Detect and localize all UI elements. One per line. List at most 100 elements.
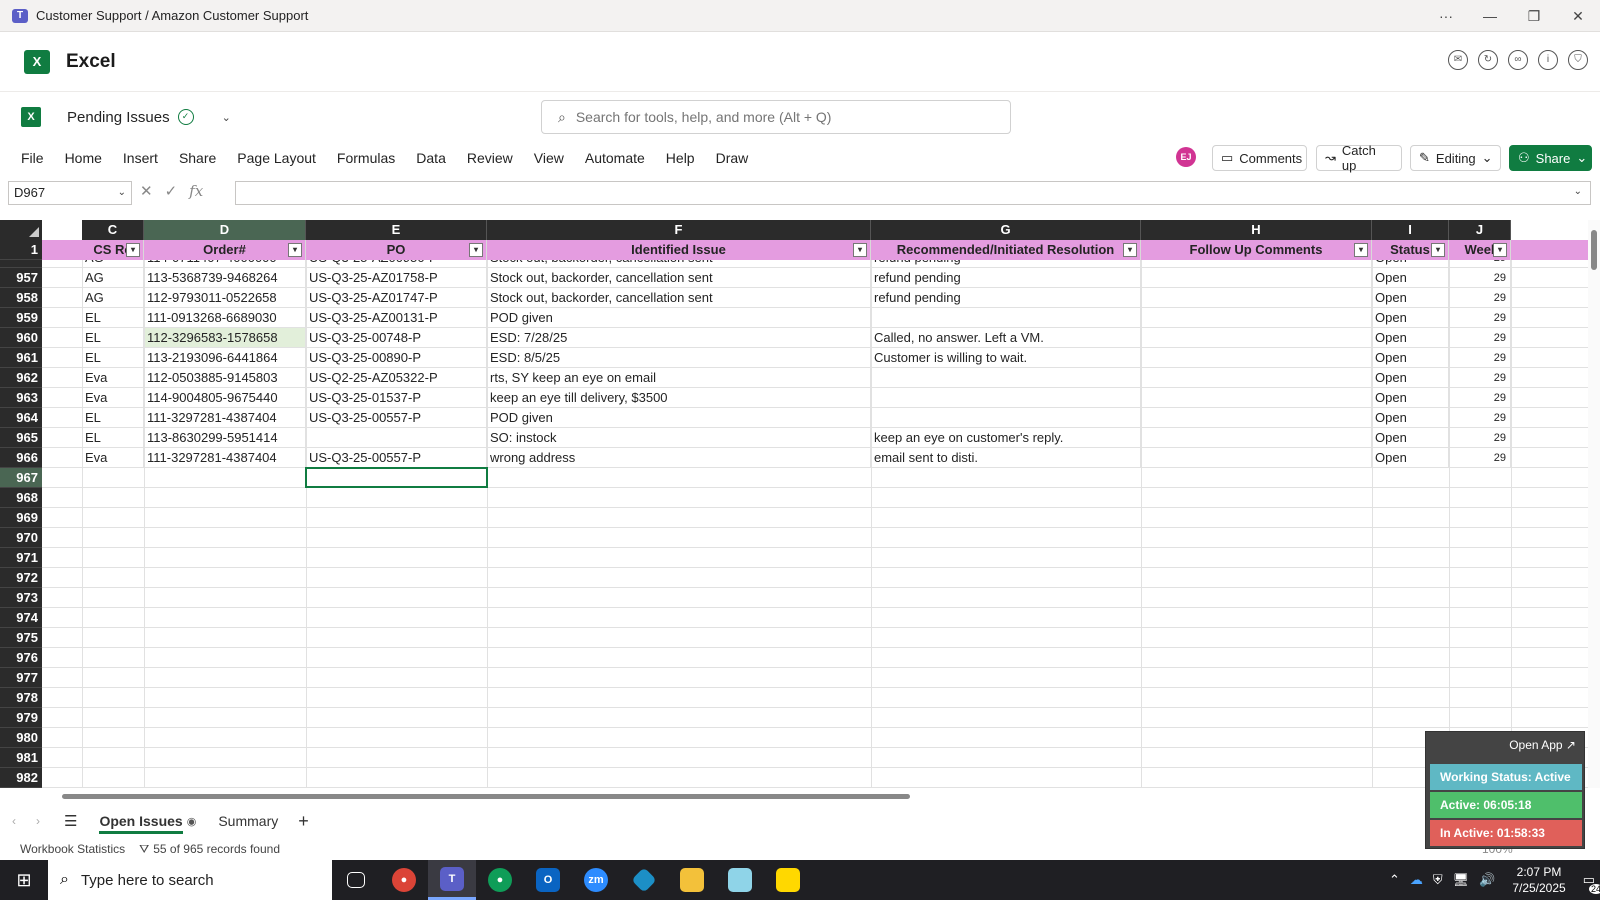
vertical-scroll-thumb[interactable] — [1591, 230, 1597, 270]
row-header[interactable]: 964 — [0, 408, 42, 428]
filter-dropdown-icon[interactable]: ▾ — [853, 243, 867, 257]
tab-review[interactable]: Review — [467, 150, 513, 166]
table-cell[interactable]: ESD: 7/28/25 — [487, 328, 871, 348]
chat-icon[interactable]: ✉ — [1448, 50, 1468, 70]
column-header-j[interactable]: J — [1449, 220, 1511, 240]
sticky-notes-icon[interactable] — [764, 860, 812, 900]
avatar[interactable]: EJ — [1176, 147, 1196, 167]
chevron-down-icon[interactable]: ⌄ — [118, 182, 126, 204]
security-icon[interactable]: ⛨ — [1433, 872, 1443, 888]
table-cell[interactable]: SO: instock — [487, 428, 871, 448]
row-header[interactable]: 963 — [0, 388, 42, 408]
onedrive-icon[interactable]: ☁ — [1410, 872, 1423, 888]
table-cell[interactable] — [1141, 348, 1372, 368]
row-header[interactable]: 979 — [0, 708, 42, 728]
table-cell[interactable]: Eva — [82, 448, 144, 468]
windows-start-icon[interactable]: ⊞ — [0, 870, 48, 891]
table-cell[interactable]: keep an eye on customer's reply. — [871, 428, 1141, 448]
table-cell[interactable] — [1141, 328, 1372, 348]
table-cell[interactable]: US-Q3-25-00748-P — [306, 328, 487, 348]
open-app-link[interactable]: Open App ↗ — [1509, 738, 1576, 752]
table-cell[interactable]: rts, SY keep an eye on email — [487, 368, 871, 388]
table-cell[interactable] — [1141, 288, 1372, 308]
taskbar-search[interactable]: ⌕ Type here to search — [48, 860, 332, 900]
table-cell[interactable] — [1141, 388, 1372, 408]
table-cell[interactable]: Open — [1372, 428, 1449, 448]
row-header[interactable]: 972 — [0, 568, 42, 588]
search-input[interactable] — [575, 109, 976, 125]
table-cell[interactable]: Customer is willing to wait. — [871, 348, 1141, 368]
tab-formulas[interactable]: Formulas — [337, 150, 395, 166]
table-cell[interactable]: 113-8630299-5951414 — [144, 428, 306, 448]
next-sheet-icon[interactable]: › — [36, 814, 40, 828]
tab-view[interactable]: View — [534, 150, 564, 166]
table-cell[interactable]: Eva — [82, 388, 144, 408]
all-sheets-menu-icon[interactable]: ☰ — [64, 812, 77, 830]
table-cell[interactable]: 29 — [1449, 288, 1511, 308]
column-header-g[interactable]: G — [871, 220, 1141, 240]
row-header[interactable]: 959 — [0, 308, 42, 328]
name-box[interactable]: D967 ⌄ — [8, 181, 132, 205]
table-cell[interactable]: 29 — [1449, 428, 1511, 448]
table-cell[interactable]: Stock out, backorder, cancellation sent — [487, 268, 871, 288]
workbook-statistics[interactable]: Workbook Statistics — [20, 842, 125, 856]
formula-input[interactable]: ⌄ — [235, 181, 1591, 205]
table-cell[interactable]: EL — [82, 408, 144, 428]
table-cell[interactable]: 29 — [1449, 408, 1511, 428]
table-cell[interactable]: 29 — [1449, 308, 1511, 328]
row-header[interactable]: 974 — [0, 608, 42, 628]
tab-share[interactable]: Share — [179, 150, 216, 166]
row-header[interactable]: 957 — [0, 268, 42, 288]
chevron-up-icon[interactable]: ⌃ — [1389, 872, 1400, 888]
column-header-f[interactable]: F — [487, 220, 871, 240]
column-header-h[interactable]: H — [1141, 220, 1372, 240]
table-cell[interactable]: US-Q3-25-AZ01747-P — [306, 288, 487, 308]
table-cell[interactable]: 112-3296583-1578658 — [144, 328, 306, 348]
table-cell[interactable]: US-Q3-25-AZ01758-P — [306, 268, 487, 288]
filter-dropdown-icon[interactable]: ▾ — [126, 243, 140, 257]
row-header[interactable]: 956 — [0, 260, 42, 268]
selected-cell[interactable] — [305, 467, 488, 488]
table-cell[interactable]: EL — [82, 348, 144, 368]
row-header[interactable]: 978 — [0, 688, 42, 708]
table-cell[interactable]: refund pending — [871, 288, 1141, 308]
table-cell[interactable] — [871, 368, 1141, 388]
table-cell[interactable]: Open — [1372, 408, 1449, 428]
table-cell[interactable] — [871, 388, 1141, 408]
link-icon[interactable]: ∞ — [1508, 50, 1528, 70]
table-cell[interactable]: 111-0913268-6689030 — [144, 308, 306, 328]
tab-help[interactable]: Help — [666, 150, 695, 166]
tab-file[interactable]: File — [21, 150, 44, 166]
app-notes-icon[interactable] — [716, 860, 764, 900]
prev-sheet-icon[interactable]: ‹ — [12, 814, 16, 828]
table-cell[interactable]: US-Q3-25-00557-P — [306, 448, 487, 468]
info-icon[interactable]: i — [1538, 50, 1558, 70]
column-header-d[interactable]: D — [144, 220, 306, 240]
table-cell[interactable] — [1141, 448, 1372, 468]
table-cell[interactable]: Open — [1372, 268, 1449, 288]
table-cell[interactable]: Called, no answer. Left a VM. — [871, 328, 1141, 348]
tab-home[interactable]: Home — [65, 150, 102, 166]
row-header[interactable]: 965 — [0, 428, 42, 448]
table-cell[interactable]: Open — [1372, 288, 1449, 308]
filter-dropdown-icon[interactable]: ▾ — [1431, 243, 1445, 257]
table-cell[interactable]: US-Q3-25-01537-P — [306, 388, 487, 408]
table-cell[interactable]: EL — [82, 328, 144, 348]
table-cell[interactable]: email sent to disti. — [871, 448, 1141, 468]
volume-icon[interactable]: 🔊 — [1479, 872, 1495, 888]
tab-draw[interactable]: Draw — [716, 150, 749, 166]
table-cell[interactable]: EL — [82, 428, 144, 448]
shield-icon[interactable]: ⛉ — [1568, 50, 1588, 70]
close-icon[interactable]: ✕ — [1556, 0, 1600, 32]
table-cell[interactable] — [1141, 268, 1372, 288]
editing-button[interactable]: ✎ Editing ⌄ — [1410, 145, 1501, 171]
table-cell[interactable]: US-Q2-25-AZ05322-P — [306, 368, 487, 388]
horizontal-scrollbar[interactable] — [0, 790, 1588, 802]
table-cell[interactable]: 114-9004805-9675440 — [144, 388, 306, 408]
table-cell[interactable]: US-Q3-25-00557-P — [306, 408, 487, 428]
cancel-icon[interactable]: ✕ — [140, 182, 153, 200]
table-cell[interactable]: POD given — [487, 408, 871, 428]
row-header[interactable]: 1 — [0, 240, 42, 260]
table-cell[interactable]: 111-3297281-4387404 — [144, 448, 306, 468]
row-header[interactable]: 968 — [0, 488, 42, 508]
